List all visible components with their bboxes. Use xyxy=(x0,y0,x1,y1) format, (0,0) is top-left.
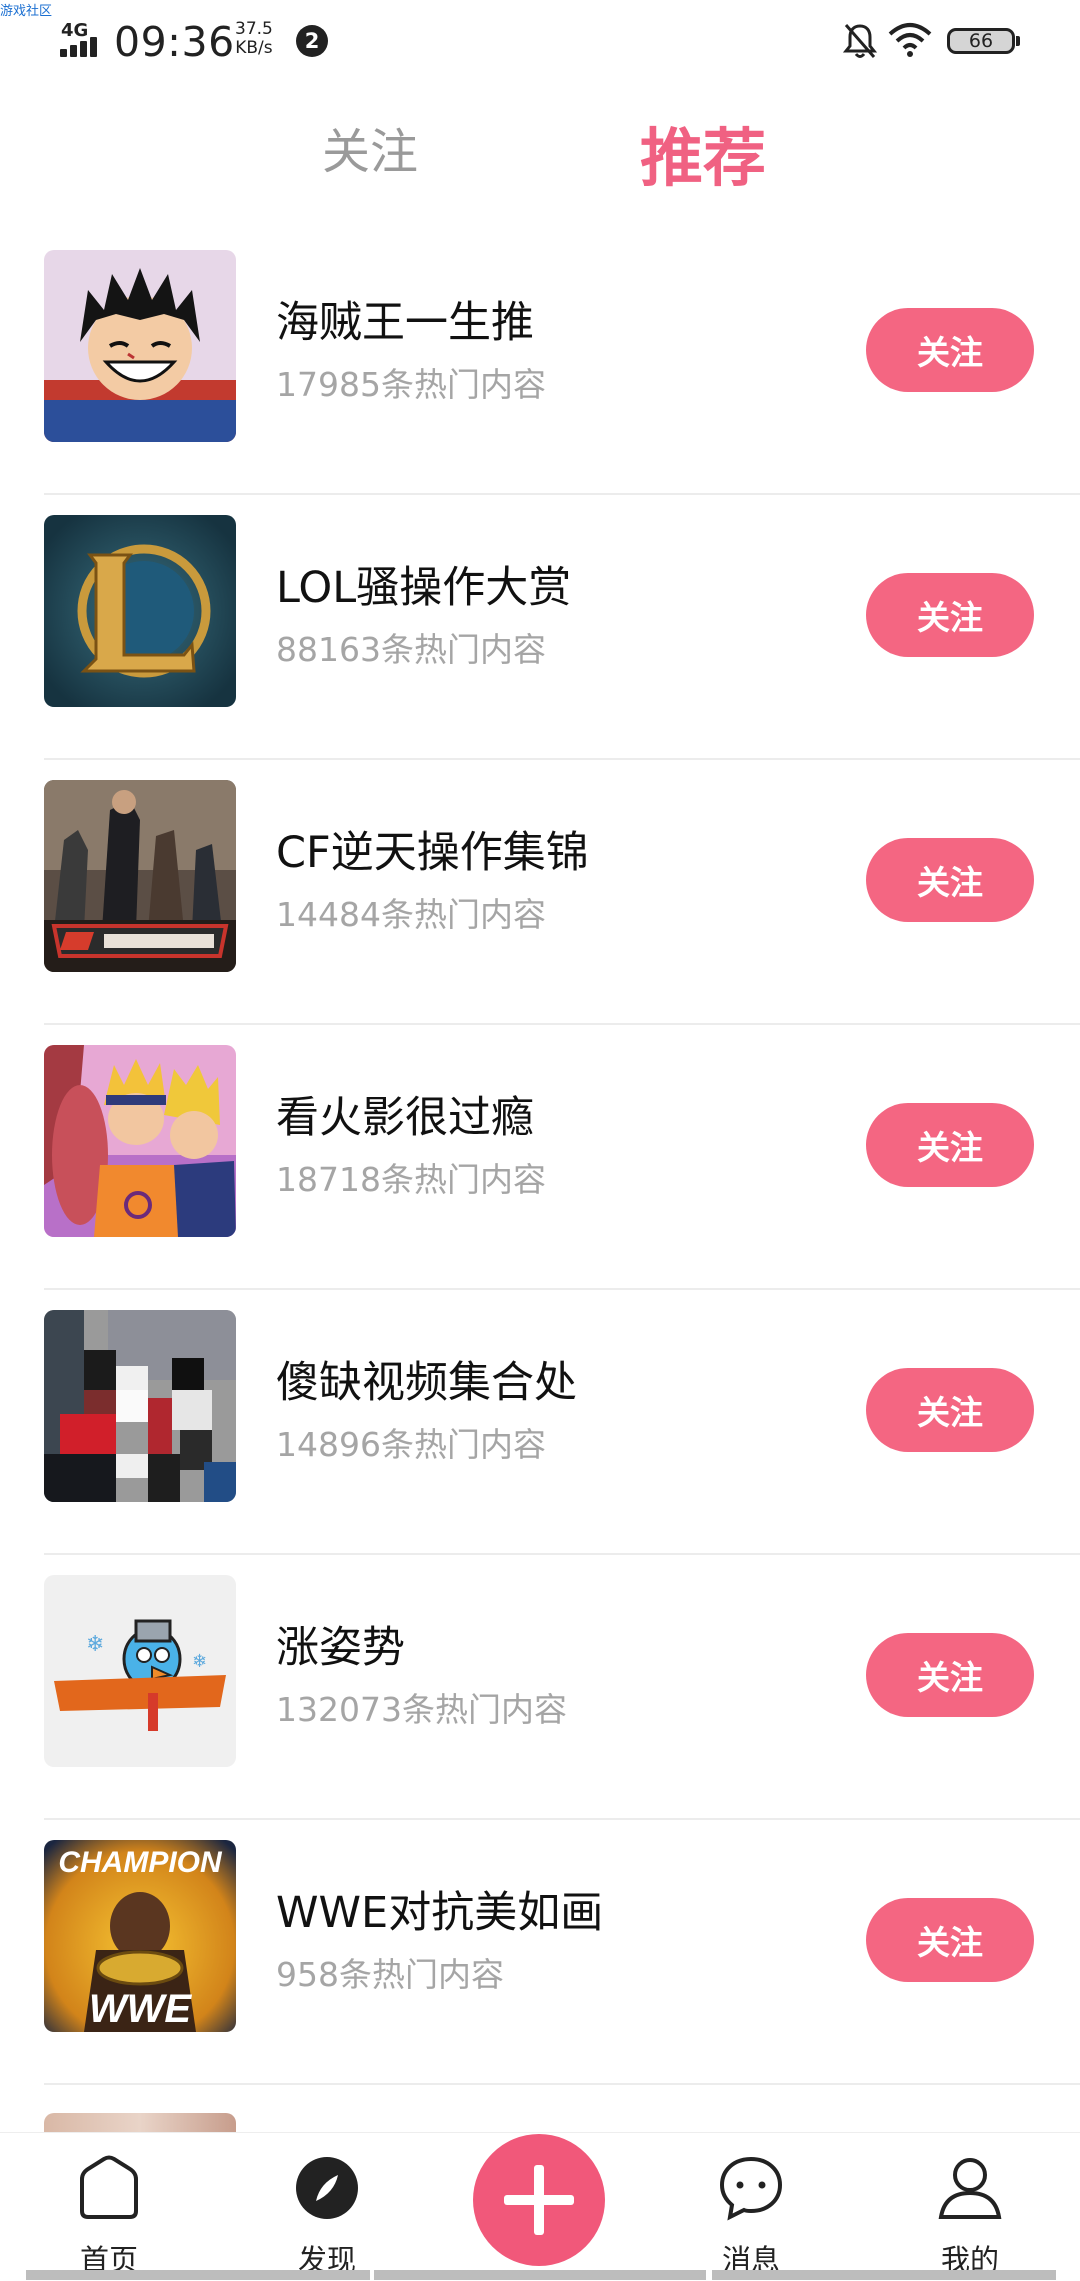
thumb-text-champion: CHAMPION xyxy=(58,1846,223,1879)
item-count: 14484条热门内容 xyxy=(276,895,546,934)
clock-time: 09:36 xyxy=(114,18,235,66)
list-item[interactable]: LOL骚操作大赏 88163条热门内容 关注 xyxy=(0,495,1080,760)
one-piece-luffy-thumbnail xyxy=(44,250,236,442)
item-count: 17985条热门内容 xyxy=(276,365,546,404)
divider xyxy=(44,2083,1080,2085)
item-title: WWE对抗美如画 xyxy=(276,1888,604,1938)
item-title: 看火影很过瘾 xyxy=(276,1093,534,1143)
network-speed: 37.5 KB/s xyxy=(235,20,273,58)
follow-button[interactable]: 关注 xyxy=(866,308,1034,392)
zhang-zhi-shi-logo-thumbnail: ❄ ❄ xyxy=(44,1575,236,1767)
network-speed-unit: KB/s xyxy=(235,38,273,58)
nav-messages[interactable]: 消息 xyxy=(691,2133,811,2281)
status-bar: 4G 09:36 37.5 KB/s 2 66 xyxy=(0,0,1080,86)
signal-icon xyxy=(60,37,104,57)
list-item[interactable]: 海贼王一生推 17985条热门内容 关注 xyxy=(0,230,1080,495)
item-count: 18718条热门内容 xyxy=(276,1160,546,1199)
list-item[interactable]: ❄ ❄ 涨姿势 132073条热门内容 关注 xyxy=(0,1555,1080,1820)
item-title: LOL骚操作大赏 xyxy=(276,563,572,613)
follow-button[interactable]: 关注 xyxy=(866,1633,1034,1717)
list-item[interactable]: CHAMPION WWE WWE对抗美如画 958条热门内容 关注 xyxy=(0,1820,1080,2085)
follow-button[interactable]: 关注 xyxy=(866,1103,1034,1187)
item-count: 14896条热门内容 xyxy=(276,1425,546,1464)
pixelated-photo-thumbnail xyxy=(44,1310,236,1502)
nav-me[interactable]: 我的 xyxy=(910,2133,1030,2281)
wwe-champion-poster-thumbnail: CHAMPION WWE xyxy=(44,1840,236,2032)
discover-icon xyxy=(296,2157,358,2219)
gesture-bar xyxy=(712,2270,1056,2280)
follow-button[interactable]: 关注 xyxy=(866,1368,1034,1452)
follow-button[interactable]: 关注 xyxy=(866,573,1034,657)
bell-off-icon xyxy=(843,24,877,58)
item-title: 涨姿势 xyxy=(276,1623,405,1673)
list-item[interactable]: CF逆天操作集锦 14484条热门内容 关注 xyxy=(0,760,1080,1025)
user-icon xyxy=(938,2158,1002,2219)
item-count: 132073条热门内容 xyxy=(276,1690,567,1729)
tab-follow[interactable]: 关注 xyxy=(322,112,418,182)
gesture-bar xyxy=(374,2270,706,2280)
crossfire-game-art-thumbnail xyxy=(44,780,236,972)
item-count: 958条热门内容 xyxy=(276,1955,504,1994)
battery-indicator: 66 xyxy=(947,28,1020,54)
create-post-button[interactable] xyxy=(473,2134,605,2266)
list-item[interactable]: 傻缺视频集合处 14896条热门内容 关注 xyxy=(0,1290,1080,1555)
item-title: 傻缺视频集合处 xyxy=(276,1358,577,1408)
follow-button[interactable]: 关注 xyxy=(866,838,1034,922)
svg-text:❄: ❄ xyxy=(192,1651,207,1672)
item-title: CF逆天操作集锦 xyxy=(276,828,589,878)
wifi-icon xyxy=(888,23,932,57)
item-title: 海贼王一生推 xyxy=(276,298,534,348)
league-of-legends-logo-thumbnail xyxy=(44,515,236,707)
nav-home[interactable]: 首页 xyxy=(49,2133,169,2281)
nav-discover[interactable]: 发现 xyxy=(267,2133,387,2281)
topic-list: 海贼王一生推 17985条热门内容 关注 LOL骚操作大赏 88163条热门内容 xyxy=(0,230,1080,2085)
thumb-text-wwe: WWE xyxy=(89,1987,193,2031)
gesture-bar xyxy=(26,2270,370,2280)
home-icon xyxy=(80,2155,138,2219)
network-speed-value: 37.5 xyxy=(235,19,273,39)
notification-count-badge: 2 xyxy=(296,25,328,57)
svg-text:❄: ❄ xyxy=(86,1632,104,1657)
list-item[interactable]: 看火影很过瘾 18718条热门内容 关注 xyxy=(0,1025,1080,1290)
chat-bubble-icon xyxy=(719,2156,783,2221)
naruto-characters-art-thumbnail xyxy=(44,1045,236,1237)
item-count: 88163条热门内容 xyxy=(276,630,546,669)
tab-recommend[interactable]: 推荐 xyxy=(640,108,766,199)
follow-button[interactable]: 关注 xyxy=(866,1898,1034,1982)
